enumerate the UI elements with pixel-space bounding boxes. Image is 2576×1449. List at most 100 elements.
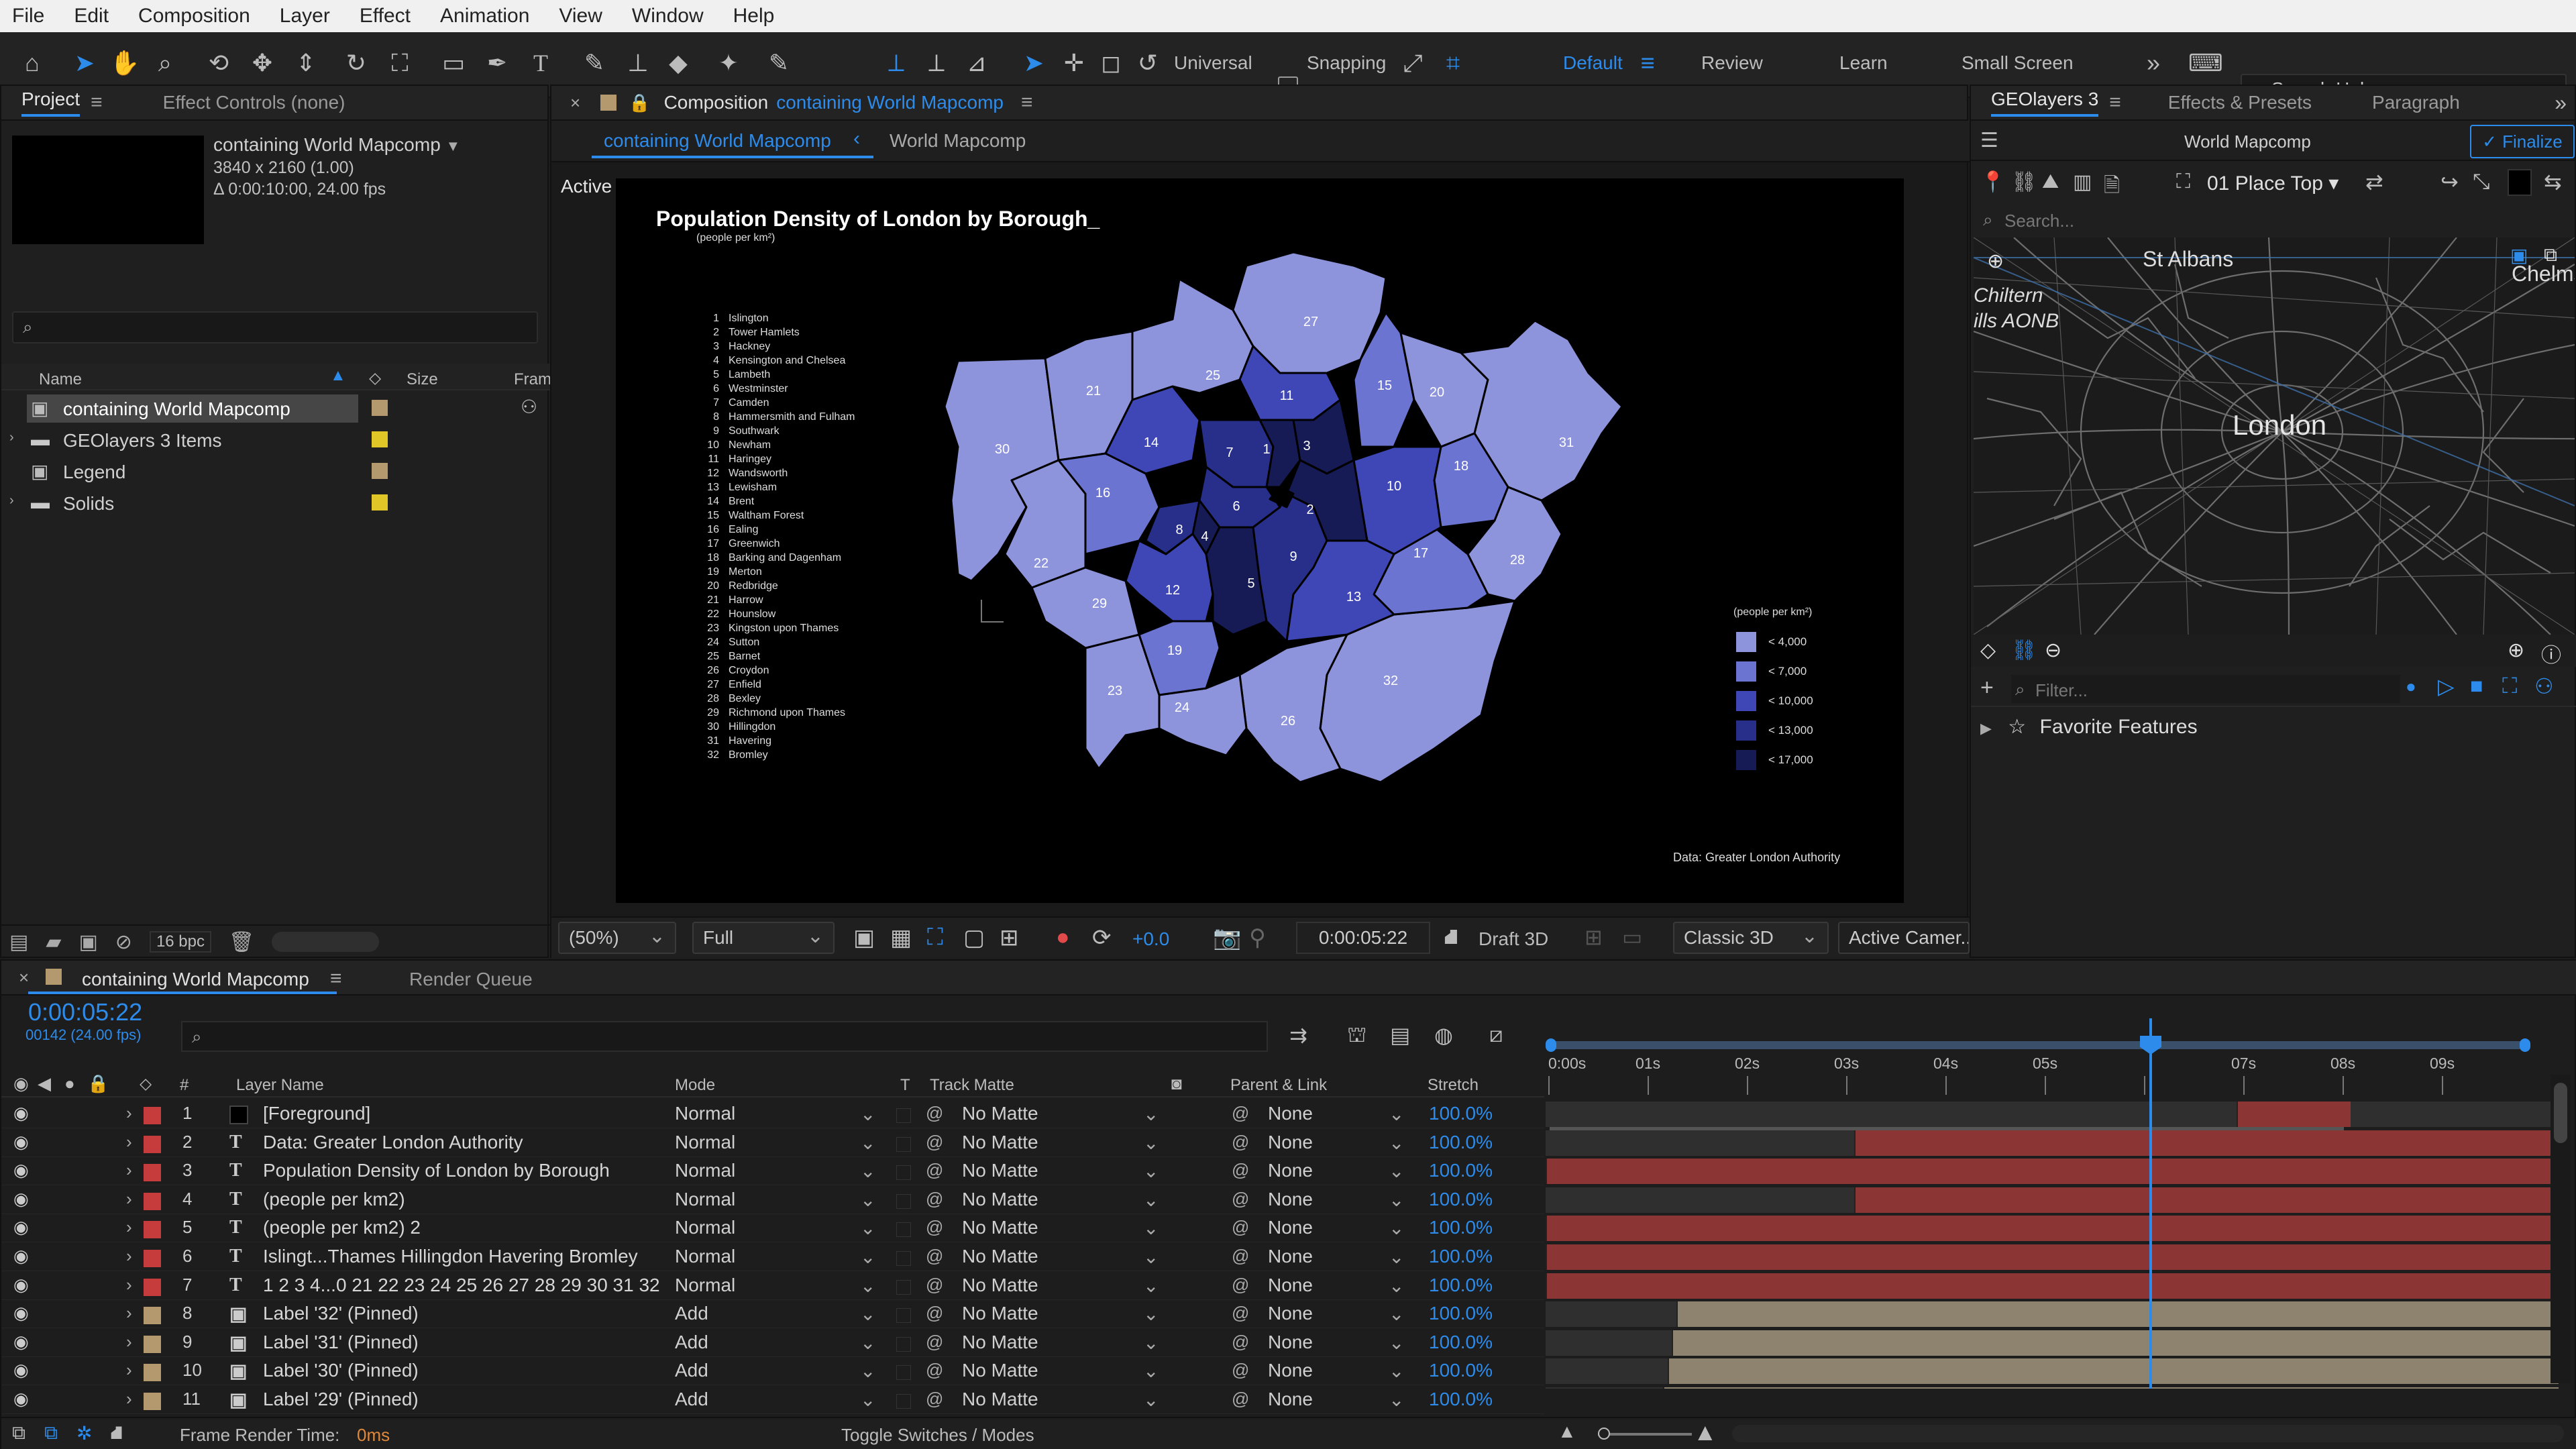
zoom-out-icon[interactable]: ⊖	[2045, 639, 2061, 662]
geo-map-preview[interactable]: ⊕ St Albans Chelms Chiltern ills AONB Lo…	[1974, 237, 2575, 635]
mode-dropdown-icon[interactable]: ⌄	[860, 1303, 875, 1325]
visibility-eye-icon[interactable]: ◉	[13, 1389, 29, 1409]
comp-flowchart-icon[interactable]: ⇉	[1289, 1022, 1307, 1048]
color-swatch-black[interactable]	[2508, 169, 2532, 196]
stretch-value[interactable]: 100.0%	[1429, 1360, 1493, 1381]
track-matte[interactable]: No Matte	[962, 1332, 1038, 1353]
layer-name[interactable]: Population Density of London by Borough	[263, 1160, 610, 1181]
matte-dropdown-icon[interactable]: ⌄	[1143, 1160, 1159, 1182]
matte-dropdown-icon[interactable]: ⌄	[1143, 1275, 1159, 1297]
viewer-timecode[interactable]: 0:00:05:22	[1296, 922, 1430, 954]
layer-duration-bar[interactable]	[1663, 1387, 2559, 1389]
breadcrumb-active[interactable]: containing World Mapcomp	[604, 130, 831, 152]
pen-tool-icon[interactable]: ✒	[480, 46, 515, 80]
fit-icon[interactable]: ⤡	[2473, 169, 2490, 195]
matte-pickwhip-icon[interactable]: @	[926, 1103, 943, 1124]
label-tag-icon[interactable]: ⬦	[369, 368, 381, 389]
crosshair-icon[interactable]: ⊕	[1987, 250, 2004, 273]
layer-name[interactable]: Label '29' (Pinned)	[263, 1389, 419, 1410]
column-stretch[interactable]: Stretch	[1428, 1076, 1479, 1095]
orbit-camera-icon[interactable]: ⟲	[201, 46, 236, 80]
diamond-icon[interactable]: ◇	[1980, 639, 1996, 662]
layer-row[interactable]: ◉ › 11 ▣ Label '29' (Pinned) Add ⌄ @ No Matte ⌄ @ N…	[1, 1386, 1544, 1414]
dolly-camera-icon[interactable]: ⇕	[288, 46, 323, 80]
parent-pickwhip-icon[interactable]: @	[1232, 1160, 1249, 1181]
new-comp-icon[interactable]: ▣	[78, 930, 97, 954]
matte-dropdown-icon[interactable]: ⌄	[1143, 1246, 1159, 1268]
parent-link[interactable]: None	[1268, 1246, 1313, 1267]
layer-duration-bar[interactable]	[2237, 1102, 2351, 1127]
project-menu-icon[interactable]: ≡	[91, 91, 103, 114]
exposure-value[interactable]: +0.0	[1132, 928, 1169, 950]
matte-dropdown-icon[interactable]: ⌄	[1143, 1360, 1159, 1382]
label-color-swatch[interactable]	[144, 1307, 161, 1325]
menu-effect[interactable]: Effect	[360, 5, 411, 28]
label-color-swatch[interactable]	[372, 400, 388, 416]
parent-dropdown-icon[interactable]: ⌄	[1389, 1189, 1404, 1211]
expand-arrow-icon[interactable]: ›	[126, 1189, 132, 1210]
toggle-switches-modes[interactable]: Toggle Switches / Modes	[841, 1425, 1034, 1446]
zoom-in-mountain-icon[interactable]: ▲	[1693, 1418, 1717, 1446]
chain-link-icon[interactable]: ⛓	[2011, 639, 2037, 662]
tab-render-queue[interactable]: Render Queue	[409, 969, 533, 990]
layer-duration-bar[interactable]	[1672, 1330, 2559, 1356]
mode-dropdown-icon[interactable]: ⌄	[860, 1132, 875, 1154]
track-matte[interactable]: No Matte	[962, 1217, 1038, 1238]
preserve-transparency[interactable]	[896, 1394, 911, 1409]
pan-camera-icon[interactable]: ✥	[245, 46, 280, 80]
parent-pickwhip-icon[interactable]: @	[1232, 1303, 1249, 1324]
layer-name[interactable]: (people per km2)	[263, 1189, 405, 1210]
resolution-dropdown[interactable]: Full	[692, 922, 835, 954]
layer-mode[interactable]: Normal	[675, 1103, 735, 1124]
label-color-swatch[interactable]	[372, 494, 388, 511]
timeline-scrollbar[interactable]	[2551, 1075, 2571, 1383]
zoom-dropdown[interactable]: (50%)	[558, 922, 676, 954]
users-icon[interactable]: ⚇	[2534, 674, 2554, 699]
visibility-eye-icon[interactable]: ◉	[13, 1332, 29, 1352]
menu-animation[interactable]: Animation	[440, 5, 529, 28]
layer-duration-bar[interactable]	[1668, 1358, 2559, 1385]
pin-icon[interactable]: 📍	[1980, 170, 2005, 194]
layer-mode[interactable]: Normal	[675, 1189, 735, 1210]
reset-exposure-icon[interactable]: ⟳	[1092, 924, 1112, 951]
show-snapshot-icon[interactable]: ⚲	[1249, 924, 1266, 951]
parent-link[interactable]: None	[1268, 1103, 1313, 1124]
comp-info-name[interactable]: containing World Mapcomp ▼	[213, 134, 460, 156]
visibility-eye-icon[interactable]: ◉	[13, 1275, 29, 1295]
label-color-swatch[interactable]	[144, 1221, 161, 1239]
stretch-value[interactable]: 100.0%	[1429, 1303, 1493, 1324]
matte-pickwhip-icon[interactable]: @	[926, 1132, 943, 1152]
layer-name[interactable]: [Foreground]	[263, 1103, 370, 1124]
comp-mini-icon[interactable]: ⧉	[12, 1422, 25, 1444]
expand-arrow-icon[interactable]: ›	[126, 1103, 132, 1124]
transfer-controls-icon[interactable]: ✲	[76, 1422, 92, 1444]
parent-link[interactable]: None	[1268, 1132, 1313, 1153]
track-matte[interactable]: No Matte	[962, 1160, 1038, 1181]
layer-mode[interactable]: Add	[675, 1360, 708, 1381]
tab-effect-controls[interactable]: Effect Controls (none)	[143, 92, 366, 113]
zoom-out-mountain-icon[interactable]: ▲	[1558, 1421, 1576, 1442]
snap-target-icon[interactable]: ⌗	[1436, 46, 1470, 80]
preserve-transparency[interactable]	[896, 1222, 911, 1238]
matte-dropdown-icon[interactable]: ⌄	[1143, 1389, 1159, 1411]
snapping-label[interactable]: Snapping	[1307, 52, 1386, 74]
layer-name[interactable]: 1 2 3 4...0 21 22 23 24 25 26 27 28 29 3…	[263, 1275, 660, 1296]
parent-dropdown-icon[interactable]: ⌄	[1389, 1360, 1404, 1382]
mode-dropdown-icon[interactable]: ⌄	[860, 1360, 875, 1382]
label-color-swatch[interactable]	[372, 463, 388, 479]
work-area-bar[interactable]	[1551, 1041, 2528, 1049]
menu-file[interactable]: File	[12, 5, 44, 28]
layer-duration-bar[interactable]	[1854, 1187, 2559, 1213]
bpc-button[interactable]: 16 bpc	[149, 931, 211, 953]
thumbnail-size-slider[interactable]	[272, 932, 380, 952]
visibility-eye-icon[interactable]: ◉	[13, 1360, 29, 1381]
expand-arrow-icon[interactable]: ›	[126, 1132, 132, 1152]
expand-arrow-icon[interactable]: ›	[126, 1275, 132, 1295]
screenshot-icon[interactable]: ⧉	[2544, 244, 2557, 266]
mode-dropdown-icon[interactable]: ⌄	[860, 1389, 875, 1411]
label-color-swatch[interactable]	[144, 1135, 161, 1153]
mode-dropdown-icon[interactable]: ⌄	[860, 1246, 875, 1268]
label-color-swatch[interactable]	[144, 1192, 161, 1210]
project-item[interactable]: › ▬ Solids	[1, 488, 550, 519]
parent-link[interactable]: None	[1268, 1332, 1313, 1353]
